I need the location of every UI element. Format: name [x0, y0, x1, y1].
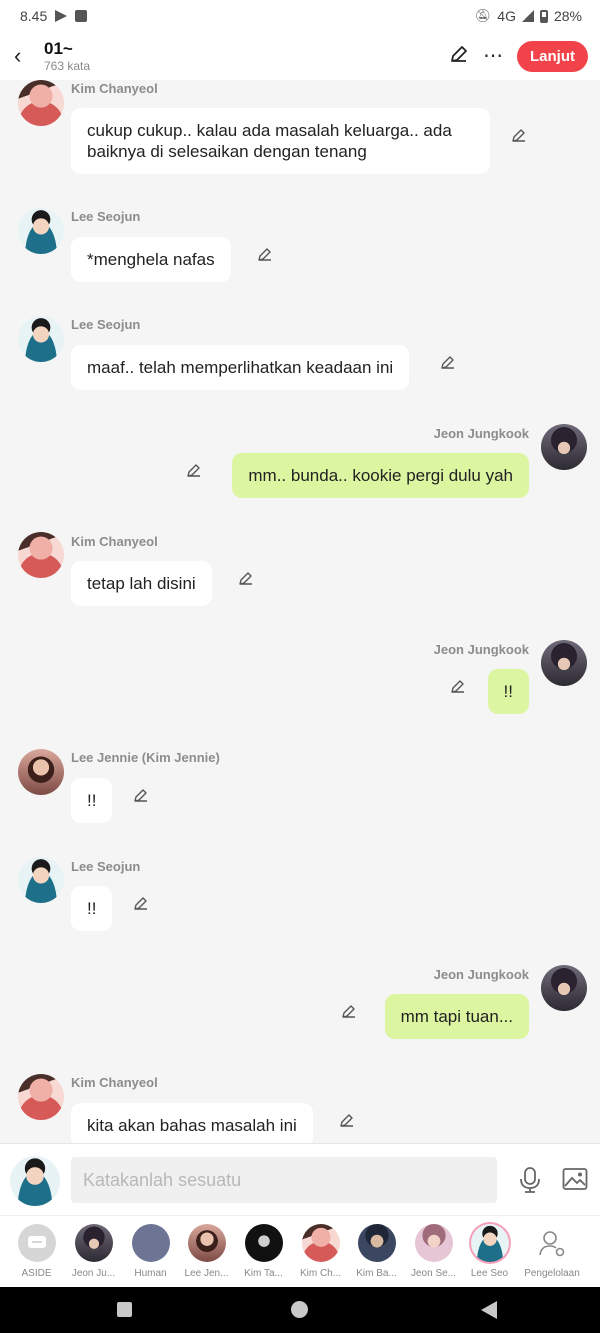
- message-bubble[interactable]: mm.. bunda.. kookie pergi dulu yah: [232, 453, 529, 498]
- avatar[interactable]: [18, 316, 64, 362]
- avatar[interactable]: [18, 532, 64, 578]
- sender-name: Lee Seojun: [71, 317, 141, 332]
- avatar: [301, 1224, 340, 1262]
- avatar: [470, 1224, 509, 1262]
- status-bar: 8.45 🔕︎ 4G 28%: [0, 0, 600, 32]
- telegram-icon: [55, 10, 68, 22]
- signal-icon: [521, 10, 534, 22]
- character-kim-taehyung[interactable]: Kim Ta...: [235, 1224, 292, 1279]
- character-lee-jennie[interactable]: Lee Jen...: [178, 1224, 235, 1279]
- message-bubble[interactable]: *menghela nafas: [71, 237, 231, 282]
- message-bubble[interactable]: cukup cukup.. kalau ada masalah keluarga…: [71, 108, 490, 174]
- sender-name: Kim Chanyeol: [71, 81, 158, 96]
- avatar: [244, 1224, 283, 1262]
- word-count: 763 kata: [44, 59, 91, 73]
- character-label: Lee Seo: [470, 1268, 509, 1279]
- message-bubble[interactable]: maaf.. telah memperlihatkan keadaan ini: [71, 345, 410, 390]
- sender-name: Lee Seojun: [71, 859, 141, 874]
- edit-message-icon[interactable]: [439, 353, 457, 371]
- message-bubble[interactable]: !!: [71, 886, 113, 931]
- character-label: Jeon Se...: [410, 1268, 457, 1279]
- edit-message-icon[interactable]: [338, 1111, 356, 1129]
- avatar: [357, 1224, 396, 1262]
- mute-icon: 🔕︎: [474, 8, 492, 23]
- microphone-icon[interactable]: [517, 1166, 543, 1194]
- avatar[interactable]: [541, 424, 587, 470]
- character-label: Human: [134, 1268, 167, 1279]
- message-composer: [0, 1143, 600, 1215]
- message-input[interactable]: [71, 1157, 497, 1203]
- manage-characters-button[interactable]: Pengelolaan: [520, 1224, 584, 1279]
- character-label: Kim Ch...: [299, 1268, 342, 1279]
- message-bubble[interactable]: mm tapi tuan...: [384, 994, 529, 1039]
- app-header: ‹ 01~ 763 kata ⋯ Lanjut: [0, 32, 600, 80]
- sender-name: Lee Seojun: [71, 209, 141, 224]
- sender-name: Lee Jennie (Kim Jennie): [71, 750, 220, 765]
- message-bubble[interactable]: !!: [487, 669, 529, 714]
- recent-apps-icon[interactable]: [117, 1302, 132, 1317]
- character-label: Jeon Ju...: [71, 1268, 116, 1279]
- character-kim-bam[interactable]: Kim Ba...: [348, 1224, 405, 1279]
- character-label: Pengelolaan: [524, 1268, 580, 1279]
- home-icon[interactable]: [291, 1301, 308, 1318]
- title-block: 01~ 763 kata: [44, 39, 90, 73]
- character-aside[interactable]: ASIDE: [8, 1224, 65, 1279]
- chat-area[interactable]: Kim Chanyeol cukup cukup.. kalau ada mas…: [0, 80, 600, 1143]
- message-bubble[interactable]: !!: [71, 778, 113, 823]
- avatar[interactable]: [18, 749, 64, 795]
- avatar: [74, 1224, 113, 1262]
- edit-message-icon[interactable]: [340, 1002, 358, 1020]
- network-label: 4G: [497, 8, 516, 24]
- page-title: 01~: [44, 39, 73, 58]
- character-jeon-se[interactable]: Jeon Se...: [405, 1224, 462, 1279]
- edit-message-icon[interactable]: [256, 245, 274, 263]
- character-label: Kim Ta...: [244, 1268, 283, 1279]
- avatar: [187, 1224, 226, 1262]
- gallery-notification-icon: [75, 10, 88, 22]
- status-time: 8.45: [20, 8, 48, 24]
- edit-message-icon[interactable]: [449, 677, 467, 695]
- edit-message-icon[interactable]: [510, 126, 528, 144]
- character-label: Lee Jen...: [184, 1268, 229, 1279]
- image-icon[interactable]: [562, 1166, 588, 1192]
- avatar: [131, 1224, 170, 1262]
- avatar[interactable]: [541, 640, 587, 686]
- sender-name: Jeon Jungkook: [433, 967, 529, 982]
- message-bubble[interactable]: tetap lah disini: [71, 561, 212, 606]
- next-button[interactable]: Lanjut: [517, 40, 588, 72]
- character-kim-chanyeol[interactable]: Kim Ch...: [292, 1224, 349, 1279]
- edit-message-icon[interactable]: [237, 569, 255, 587]
- user-settings-icon: [533, 1224, 571, 1262]
- sender-name: Jeon Jungkook: [433, 426, 529, 441]
- avatar[interactable]: [18, 1074, 64, 1120]
- battery-icon: [539, 9, 548, 23]
- character-bar: ASIDE Jeon Ju... Human Lee Jen... Kim Ta…: [0, 1215, 600, 1287]
- character-lee-seojun[interactable]: Lee Seo: [461, 1224, 518, 1279]
- avatar[interactable]: [18, 80, 64, 126]
- edit-message-icon[interactable]: [132, 786, 150, 804]
- current-speaker-avatar[interactable]: [10, 1156, 60, 1206]
- aside-icon: [17, 1224, 56, 1262]
- character-label: Kim Ba...: [356, 1268, 397, 1279]
- edit-pencil-icon[interactable]: [449, 44, 469, 68]
- sender-name: Kim Chanyeol: [71, 1075, 158, 1090]
- back-arrow-icon[interactable]: ‹: [14, 45, 40, 67]
- avatar[interactable]: [18, 857, 64, 903]
- character-jeon-jungkook[interactable]: Jeon Ju...: [65, 1224, 122, 1279]
- message-bubble[interactable]: kita akan bahas masalah ini: [71, 1103, 313, 1143]
- edit-message-icon[interactable]: [185, 461, 203, 479]
- system-navigation-bar: [0, 1287, 600, 1333]
- back-icon[interactable]: [481, 1301, 497, 1319]
- avatar: [414, 1224, 453, 1262]
- sender-name: Jeon Jungkook: [433, 642, 529, 657]
- avatar[interactable]: [541, 965, 587, 1011]
- battery-percent: 28%: [553, 8, 582, 24]
- sender-name: Kim Chanyeol: [71, 534, 158, 549]
- more-options-icon[interactable]: ⋯: [483, 46, 503, 66]
- character-label: ASIDE: [21, 1268, 52, 1279]
- character-human[interactable]: Human: [122, 1224, 179, 1279]
- edit-message-icon[interactable]: [132, 894, 150, 912]
- avatar[interactable]: [18, 208, 64, 254]
